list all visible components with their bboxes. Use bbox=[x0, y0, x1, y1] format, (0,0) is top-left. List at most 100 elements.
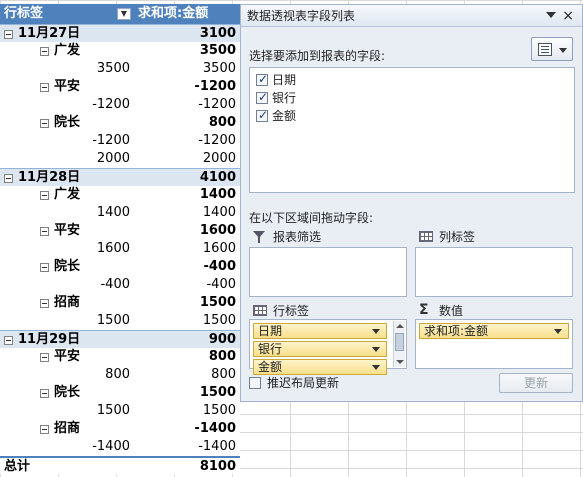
detail-value: 1400 bbox=[202, 205, 236, 220]
bank-total: 800 bbox=[208, 349, 236, 364]
defer-layout-update-checkbox[interactable] bbox=[249, 377, 261, 389]
bank-group-row[interactable]: 院长 800 bbox=[0, 114, 240, 132]
row-labels-icon bbox=[253, 305, 267, 316]
checkmark-icon: ✓ bbox=[258, 108, 269, 122]
report-filter-area-header: 报表筛选 bbox=[249, 229, 409, 245]
collapse-icon[interactable] bbox=[4, 174, 13, 183]
bank-total: 1400 bbox=[199, 187, 236, 202]
row-area-scrollbar[interactable] bbox=[393, 321, 405, 367]
row-labels-area-header: 行标签 bbox=[249, 303, 409, 319]
detail-row[interactable]: -1400 -1400 bbox=[0, 438, 240, 456]
scroll-down-icon[interactable] bbox=[396, 360, 404, 364]
row-labels-filter-dropdown-icon[interactable]: ▼ bbox=[117, 8, 131, 20]
collapse-icon[interactable] bbox=[40, 119, 49, 128]
scroll-thumb[interactable] bbox=[395, 333, 404, 351]
collapse-icon[interactable] bbox=[40, 191, 49, 200]
grand-total-row[interactable]: 总计 8100 bbox=[0, 456, 240, 474]
collapse-icon[interactable] bbox=[40, 263, 49, 272]
detail-row[interactable]: 1500 1500 bbox=[0, 402, 240, 420]
bank-group-row[interactable]: 平安 -1200 bbox=[0, 78, 240, 96]
collapse-icon[interactable] bbox=[40, 389, 49, 398]
detail-value: -400 bbox=[206, 277, 236, 292]
bank-group-row[interactable]: 招商 1500 bbox=[0, 294, 240, 312]
collapse-icon[interactable] bbox=[4, 30, 13, 39]
detail-amount-label: 1500 bbox=[96, 403, 130, 418]
bank-total: 800 bbox=[208, 115, 236, 130]
date-label: 11月28日 bbox=[18, 170, 81, 185]
sigma-icon: Σ bbox=[419, 302, 429, 318]
bank-label: 招商 bbox=[54, 295, 81, 310]
detail-row[interactable]: 2000 2000 bbox=[0, 150, 240, 168]
pivot-field-list-panel: 数据透视表字段列表 × 选择要添加到报表的字段: ✓ 日期 ✓ 银行 ✓ 金额 在以下区域… bbox=[240, 4, 583, 402]
date-group-row[interactable]: 11月28日 4100 bbox=[0, 168, 240, 186]
detail-row[interactable]: 3500 3500 bbox=[0, 60, 240, 78]
chip-label: 银行 bbox=[258, 342, 283, 356]
bank-label: 平安 bbox=[54, 79, 81, 94]
bank-group-row[interactable]: 平安 800 bbox=[0, 348, 240, 366]
collapse-icon[interactable] bbox=[40, 425, 49, 434]
field-checklist: ✓ 日期 ✓ 银行 ✓ 金额 bbox=[249, 67, 575, 193]
field-checkbox[interactable]: ✓ bbox=[256, 72, 268, 86]
detail-amount-label: -400 bbox=[100, 277, 130, 292]
bank-group-row[interactable]: 院长 1500 bbox=[0, 384, 240, 402]
bank-label: 广发 bbox=[54, 187, 81, 202]
detail-row[interactable]: -400 -400 bbox=[0, 276, 240, 294]
detail-row[interactable]: -1200 -1200 bbox=[0, 132, 240, 150]
grand-total-label: 总计 bbox=[4, 459, 31, 474]
chip-dropdown-icon[interactable] bbox=[554, 329, 562, 334]
panel-title-bar[interactable]: 数据透视表字段列表 × bbox=[241, 5, 582, 27]
filter-icon bbox=[253, 231, 265, 243]
pivot-table[interactable]: 行标签 ▼ 求和项:金额 11月27日 3100 广发 3500 3500 3500 平安 -… bbox=[0, 4, 240, 474]
bank-group-row[interactable]: 院长 -400 bbox=[0, 258, 240, 276]
bank-total: -1400 bbox=[194, 421, 236, 436]
column-labels-icon bbox=[419, 231, 433, 242]
detail-amount-label: 800 bbox=[105, 367, 130, 382]
values-drop-area[interactable]: 求和项:金额 bbox=[415, 319, 573, 369]
report-filter-drop-area[interactable] bbox=[249, 247, 407, 297]
bank-group-row[interactable]: 广发 1400 bbox=[0, 186, 240, 204]
value-field-chip[interactable]: 求和项:金额 bbox=[419, 323, 569, 339]
collapse-icon[interactable] bbox=[40, 227, 49, 236]
date-total: 3100 bbox=[199, 26, 236, 41]
field-name: 金额 bbox=[272, 109, 297, 123]
field-list-layout-button[interactable] bbox=[531, 37, 573, 61]
row-labels-drop-area[interactable]: 日期银行金额 bbox=[249, 319, 407, 375]
detail-row[interactable]: 1500 1500 bbox=[0, 312, 240, 330]
collapse-icon[interactable] bbox=[40, 47, 49, 56]
collapse-icon[interactable] bbox=[40, 299, 49, 308]
column-labels-drop-area[interactable] bbox=[415, 247, 573, 297]
update-button[interactable]: 更新 bbox=[499, 373, 573, 393]
row-field-chip[interactable]: 日期 bbox=[253, 323, 387, 339]
collapse-icon[interactable] bbox=[4, 336, 13, 345]
bank-group-row[interactable]: 平安 1600 bbox=[0, 222, 240, 240]
date-label: 11月27日 bbox=[18, 26, 81, 41]
close-icon[interactable]: × bbox=[562, 5, 574, 27]
bank-group-row[interactable]: 招商 -1400 bbox=[0, 420, 240, 438]
detail-value: -1200 bbox=[198, 133, 236, 148]
chip-dropdown-icon[interactable] bbox=[372, 365, 380, 370]
collapse-icon[interactable] bbox=[40, 83, 49, 92]
date-group-row[interactable]: 11月29日 900 bbox=[0, 330, 240, 348]
detail-row[interactable]: -1200 -1200 bbox=[0, 96, 240, 114]
detail-row[interactable]: 1400 1400 bbox=[0, 204, 240, 222]
row-field-chip[interactable]: 金额 bbox=[253, 359, 387, 375]
collapse-icon[interactable] bbox=[40, 353, 49, 362]
date-group-row[interactable]: 11月27日 3100 bbox=[0, 24, 240, 42]
chip-dropdown-icon[interactable] bbox=[372, 329, 380, 334]
field-checkbox[interactable]: ✓ bbox=[256, 108, 269, 122]
row-field-chip[interactable]: 银行 bbox=[253, 341, 387, 357]
defer-layout-update-label: 推迟布局更新 bbox=[267, 376, 340, 390]
sum-amount-header[interactable]: 求和项:金额 bbox=[138, 4, 238, 24]
chip-label: 求和项:金额 bbox=[424, 324, 489, 338]
row-labels-header[interactable]: 行标签 bbox=[4, 4, 132, 24]
bank-group-row[interactable]: 广发 3500 bbox=[0, 42, 240, 60]
detail-value: -1400 bbox=[198, 439, 236, 454]
detail-amount-label: 2000 bbox=[96, 151, 130, 166]
field-checkbox[interactable]: ✓ bbox=[256, 90, 268, 104]
detail-row[interactable]: 1600 1600 bbox=[0, 240, 240, 258]
scroll-up-icon[interactable] bbox=[396, 324, 404, 328]
chip-dropdown-icon[interactable] bbox=[372, 347, 380, 352]
panel-options-dropdown-icon[interactable] bbox=[546, 12, 556, 18]
detail-value: 1600 bbox=[202, 241, 236, 256]
detail-row[interactable]: 800 800 bbox=[0, 366, 240, 384]
